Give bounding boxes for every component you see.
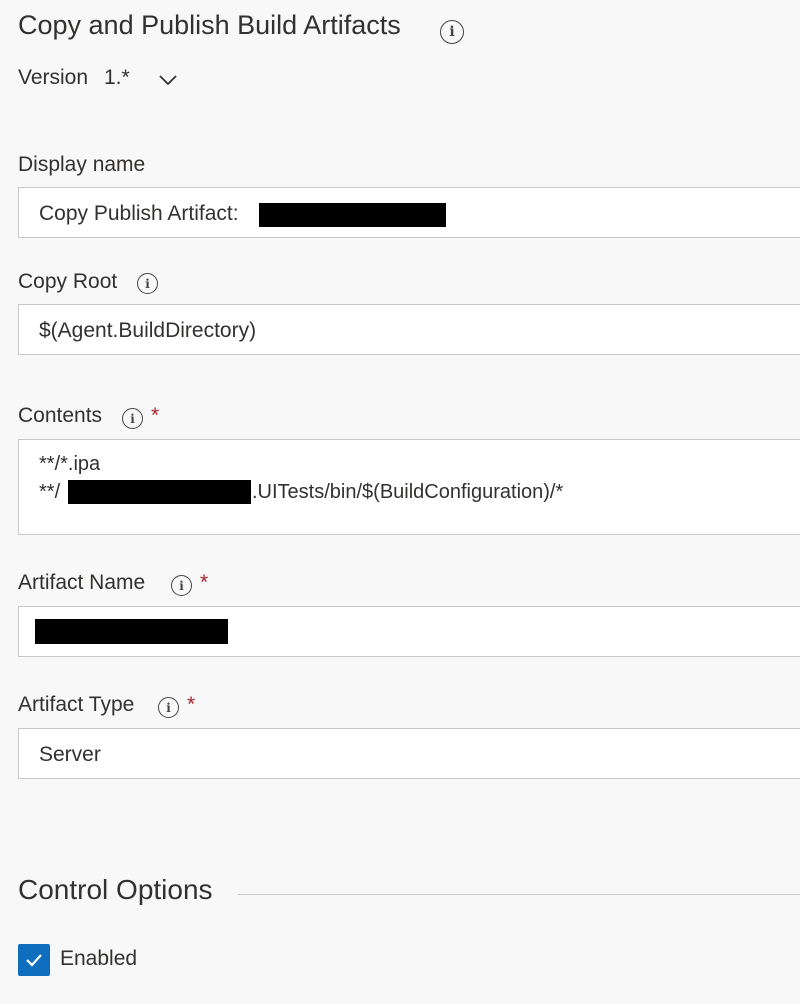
required-marker: * [187,693,196,716]
chevron-down-icon[interactable] [156,68,180,92]
contents-line-2-suffix: .UITests/bin/$(BuildConfiguration)/* [252,481,564,503]
required-marker: * [200,571,209,594]
artifact-name-label: Artifact Name [18,571,146,594]
task-title: Copy and Publish Build Artifacts [18,10,401,40]
section-divider [238,894,800,895]
redacted-text [68,480,251,504]
version-label: Version [18,66,89,89]
contents-label: Contents [18,404,103,427]
info-icon[interactable]: i [440,20,464,44]
display-name-label: Display name [18,153,146,176]
copy-root-value: $(Agent.BuildDirectory) [39,319,257,342]
contents-textarea[interactable]: **/*.ipa **/ .UITests/bin/$(BuildConfigu… [18,439,800,535]
info-icon[interactable]: i [137,273,158,294]
redacted-text [259,203,446,227]
version-selector[interactable]: 1.* [104,66,130,90]
copy-root-label: Copy Root [18,270,118,293]
display-name-value: Copy Publish Artifact: [39,202,239,225]
artifact-name-input[interactable] [18,606,800,657]
artifact-type-value: Server [39,743,101,766]
enabled-checkbox[interactable] [18,944,50,976]
artifact-type-label: Artifact Type [18,693,135,716]
artifact-type-select[interactable]: Server [18,728,800,779]
contents-line-2-prefix: **/ [39,481,61,503]
required-marker: * [151,404,160,427]
contents-line-1: **/*.ipa [39,453,101,475]
redacted-text [35,619,228,644]
enabled-label[interactable]: Enabled [60,947,137,971]
info-icon[interactable]: i [158,697,179,718]
display-name-input[interactable]: Copy Publish Artifact: [18,187,800,238]
control-options-title: Control Options [18,874,213,905]
checkmark-icon [26,954,42,967]
info-icon[interactable]: i [171,575,192,596]
info-icon[interactable]: i [122,408,143,429]
copy-root-input[interactable]: $(Agent.BuildDirectory) [18,304,800,355]
